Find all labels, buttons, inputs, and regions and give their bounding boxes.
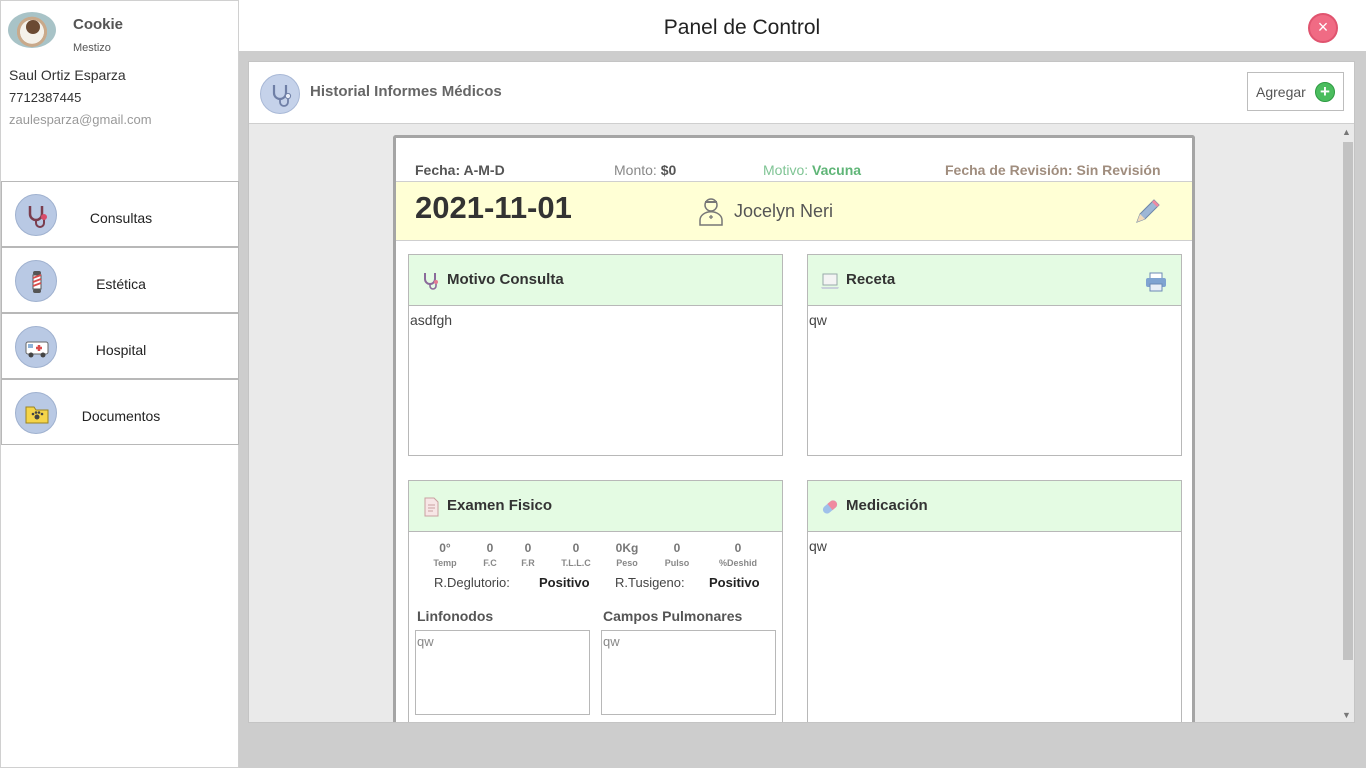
vital-label: Pulso	[664, 558, 690, 568]
close-button[interactable]: ×	[1308, 13, 1338, 43]
nav-item-documentos[interactable]: Documentos	[1, 379, 239, 445]
receta-section: Receta qw	[807, 254, 1182, 456]
vital-pulso: 0 Pulso	[652, 541, 702, 568]
vital-deshid: 0 %Deshid	[713, 541, 763, 568]
vital-value: 0	[673, 541, 681, 555]
medicacion-title: Medicación	[846, 497, 928, 514]
campos-pulmonares-title: Campos Pulmonares	[603, 608, 743, 624]
page-title: Panel de Control	[663, 16, 821, 39]
vital-tllc: 0 T.L.L.C	[551, 541, 601, 568]
nav-item-consultas[interactable]: Consultas	[1, 181, 239, 247]
main-panel: Historial Informes Médicos Agregar + ▲ ▼…	[248, 61, 1355, 723]
stethoscope-icon	[260, 74, 300, 114]
add-button[interactable]: Agregar +	[1247, 72, 1344, 111]
nav-item-hospital[interactable]: Hospital	[1, 313, 239, 379]
vital-temp: 0° Temp	[420, 541, 470, 568]
medicacion-section: Medicación qw	[807, 480, 1182, 722]
receta-title: Receta	[846, 271, 896, 288]
linfonodos-field[interactable]: qw	[415, 630, 590, 715]
panel-title: Historial Informes Médicos	[310, 83, 502, 100]
panel-header: Historial Informes Médicos Agregar +	[249, 62, 1354, 124]
motivo-consulta-text: asdfgh	[410, 312, 453, 328]
vital-label: F.R	[521, 558, 535, 568]
monto-field: Monto: $0	[614, 162, 676, 178]
vital-label: T.L.L.C	[561, 558, 591, 568]
vital-label: %Deshid	[718, 558, 757, 568]
scroll-thumb[interactable]	[1343, 142, 1353, 660]
vital-fr: 0 F.R	[503, 541, 553, 568]
laptop-icon	[821, 273, 839, 289]
examen-fisico-header: Examen Fisico	[409, 481, 782, 532]
owner-email: zaulesparza@gmail.com	[9, 112, 152, 127]
vital-value: 0°	[439, 541, 451, 555]
vital-label: Temp	[433, 558, 457, 568]
pencil-icon[interactable]	[1133, 198, 1161, 226]
record-date: 2021-11-01	[415, 190, 572, 225]
receta-text: qw	[809, 312, 827, 328]
date-bar: 2021-11-01 Jocelyn Neri	[396, 181, 1192, 241]
stethoscope-icon	[424, 273, 438, 290]
nav-label-estetica: Estética	[96, 276, 146, 292]
motivo-label: Motivo:	[763, 162, 809, 178]
pill-icon	[822, 500, 838, 514]
document-icon	[424, 497, 439, 517]
deglutorio-label: R.Deglutorio:	[434, 575, 510, 590]
campos-pulmonares-field[interactable]: qw	[601, 630, 776, 715]
vertical-scrollbar[interactable]: ▲ ▼	[1340, 127, 1354, 722]
revision-label: Fecha de Revisión: Sin Revisión	[945, 162, 1161, 178]
plus-circle-icon: +	[1315, 82, 1335, 102]
motivo-consulta-header: Motivo Consulta	[409, 255, 782, 306]
top-header: Panel de Control ×	[239, 0, 1366, 51]
vital-peso: 0Kg Peso	[602, 541, 652, 568]
nav-label-documentos: Documentos	[81, 408, 161, 424]
doctor-icon	[699, 198, 723, 226]
linfonodos-title: Linfonodos	[417, 608, 494, 624]
nav-label-hospital: Hospital	[95, 342, 147, 358]
owner-name: Saul Ortiz Esparza	[9, 67, 126, 83]
record-card: Fecha: A-M-D Monto: $0 Motivo: Vacuna Fe…	[393, 135, 1195, 722]
add-button-label: Agregar	[1256, 84, 1306, 100]
vital-label: Peso	[616, 558, 638, 568]
motivo-consulta-title: Motivo Consulta	[447, 271, 564, 288]
doctor-name: Jocelyn Neri	[734, 201, 834, 221]
vital-value: 0	[734, 541, 742, 555]
medicacion-header: Medicación	[808, 481, 1181, 532]
fecha-label: Fecha: A-M-D	[415, 162, 505, 178]
sidebar: Cookie Mestizo Saul Ortiz Esparza 771238…	[0, 0, 239, 768]
vital-value: 0Kg	[615, 541, 639, 555]
scroll-down-icon[interactable]: ▼	[1342, 710, 1351, 720]
tusigeno-label: R.Tusigeno:	[615, 575, 685, 590]
medicacion-text: qw	[809, 538, 827, 554]
examen-fisico-section: Examen Fisico 0° Temp 0 F.C 0 F.R 0 T.L.L.C …	[408, 480, 783, 722]
owner-phone: 7712387445	[9, 90, 82, 105]
deglutorio-value: Positivo	[539, 575, 590, 590]
pet-breed: Mestizo	[73, 42, 111, 54]
vital-value: 0	[572, 541, 580, 555]
nav-item-estetica[interactable]: Estética	[1, 247, 239, 313]
monto-label: Monto:	[614, 162, 657, 178]
scroll-up-icon[interactable]: ▲	[1342, 127, 1351, 137]
motivo-field: Motivo: Vacuna	[763, 162, 861, 178]
pet-name: Cookie	[73, 16, 124, 33]
nav-label-consultas: Consultas	[89, 210, 153, 226]
monto-value: $0	[660, 162, 677, 178]
vital-value: 0	[524, 541, 532, 555]
tusigeno-value: Positivo	[709, 575, 760, 590]
printer-icon[interactable]	[1145, 272, 1167, 292]
pet-avatar[interactable]	[8, 12, 56, 48]
motivo-consulta-section: Motivo Consulta asdfgh	[408, 254, 783, 456]
examen-fisico-title: Examen Fisico	[447, 497, 553, 514]
receta-header: Receta	[808, 255, 1181, 306]
motivo-value: Vacuna	[812, 162, 862, 178]
